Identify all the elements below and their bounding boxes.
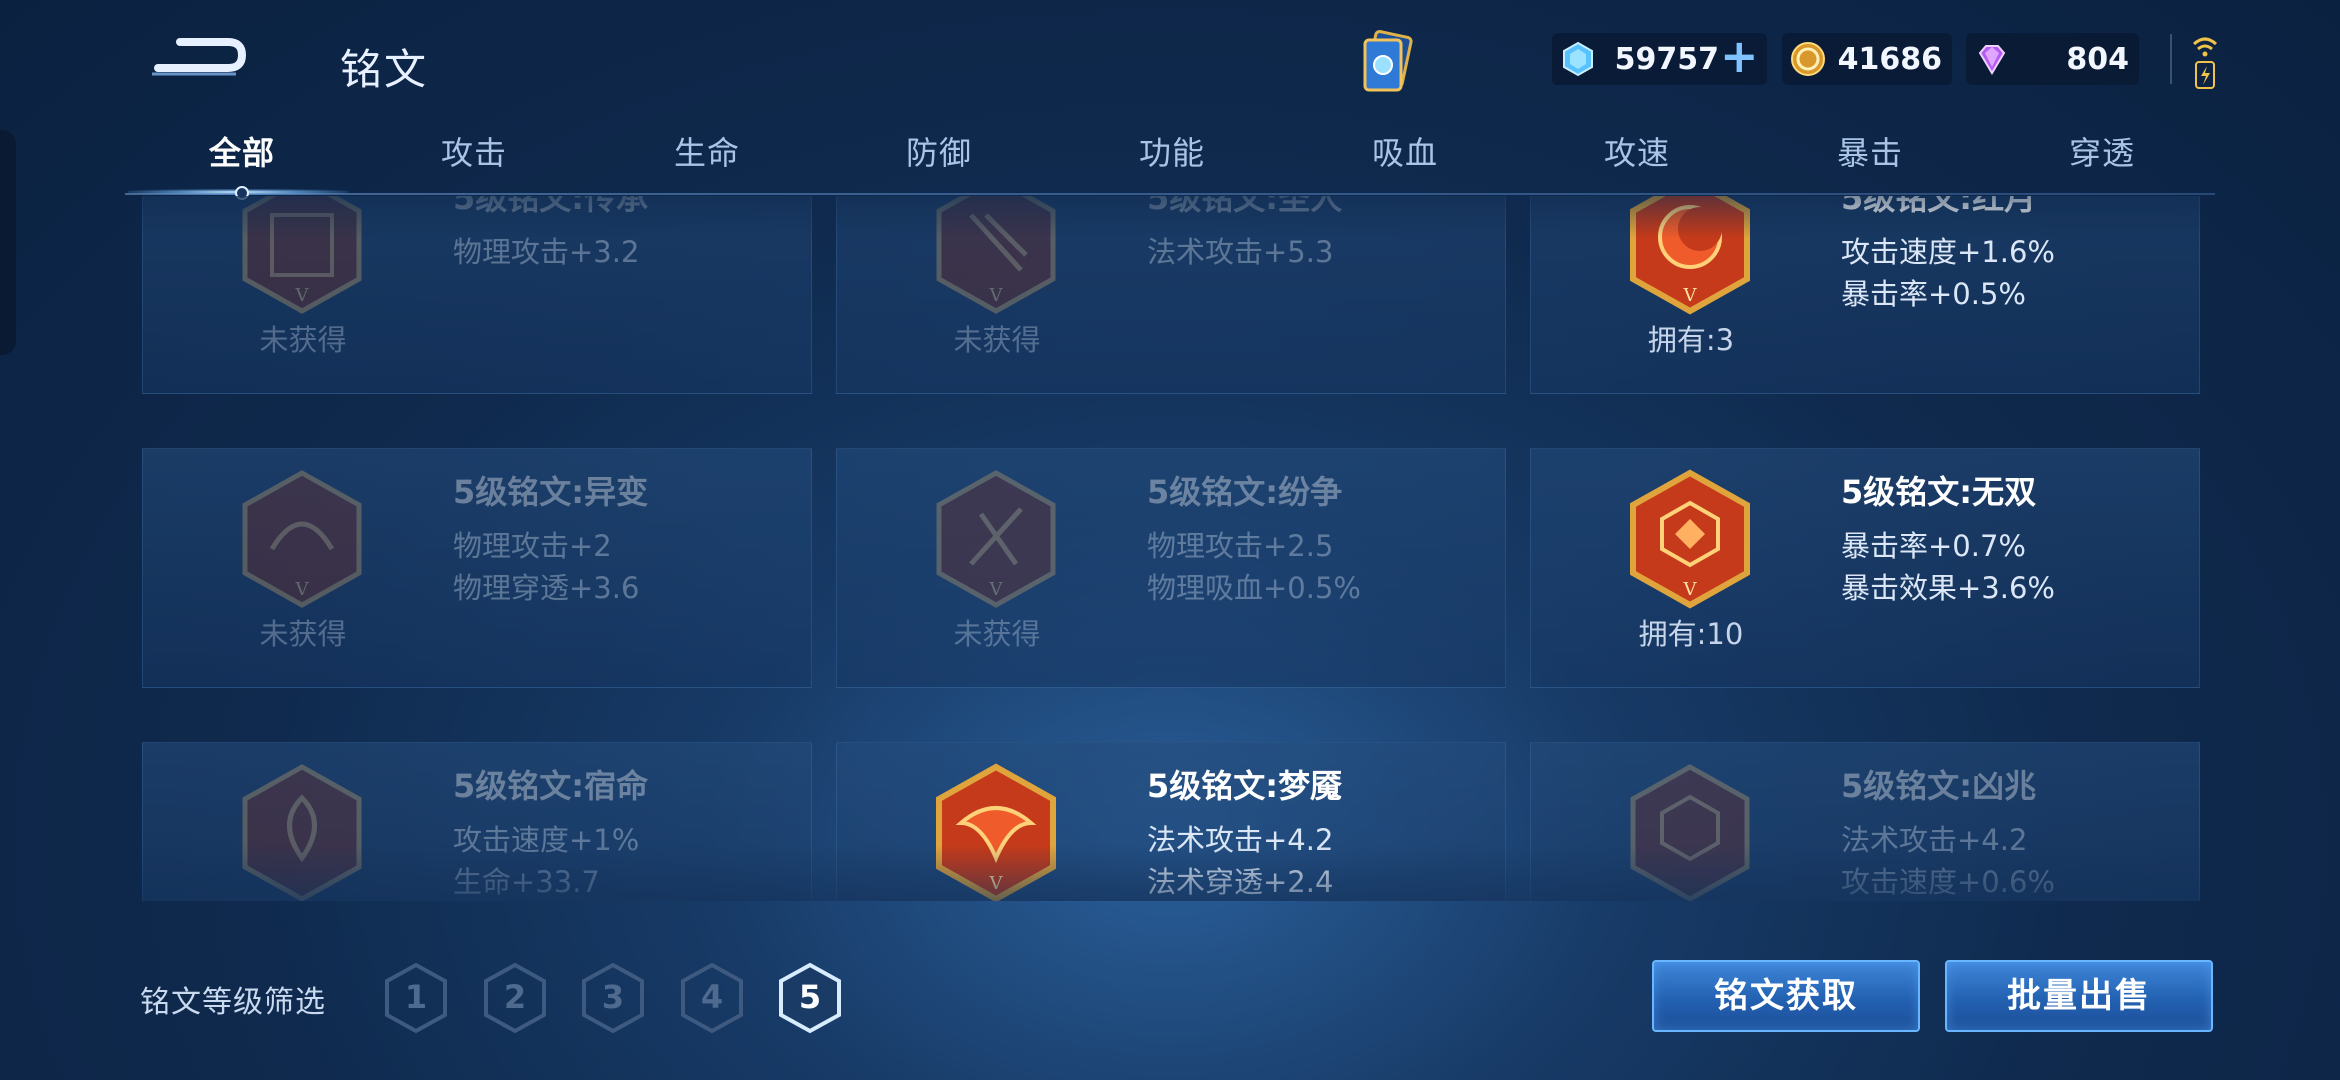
svg-text:V: V [989, 579, 1004, 600]
inscription-stat: 法术攻击+4.2 [1841, 823, 2028, 857]
tab-function[interactable]: 功能 [1072, 128, 1272, 174]
level-filter-1[interactable]: 1 [383, 962, 449, 1034]
inscription-stat: 生命+33.7 [453, 865, 600, 899]
inscription-name: 5级铭文:传承 [453, 196, 649, 217]
inscription-card[interactable]: V 5级铭文:红月 攻击速度+1.6% 暴击率+0.5% 拥有:3 [1530, 196, 2200, 394]
network-status [2190, 34, 2220, 90]
level-filter-3[interactable]: 3 [580, 962, 646, 1034]
tab-critical[interactable]: 暴击 [1770, 128, 1970, 174]
tab-lifesteal[interactable]: 吸血 [1305, 128, 1505, 174]
level-number: 3 [601, 978, 625, 1016]
inscription-status: 未获得 [953, 323, 1041, 357]
svg-text:V: V [989, 285, 1004, 306]
wifi-battery-icon [2192, 37, 2218, 89]
inscription-status: 未获得 [953, 617, 1041, 651]
inscription-stat: 暴击效果+3.6% [1841, 571, 2055, 605]
inscription-card[interactable]: V 5级铭文:传承 物理攻击+3.2 未获得 [142, 196, 812, 394]
gold-count: 41686 [1837, 42, 1942, 77]
level-filter-2[interactable]: 2 [482, 962, 548, 1034]
inscription-card[interactable]: V 5级铭文:梦魇 法术攻击+4.2 法术穿透+2.4 [836, 742, 1506, 901]
inscription-card[interactable]: V 5级铭文:纷争 物理攻击+2.5 物理吸血+0.5% 未获得 [836, 448, 1506, 688]
inscription-stat: 法术攻击+5.3 [1147, 235, 1334, 269]
back-arrow-icon [152, 38, 247, 76]
inscription-emblem-icon: V [936, 470, 1056, 608]
inscription-stat: 暴击率+0.7% [1841, 529, 2026, 563]
inscription-card[interactable]: V 5级铭文:圣人 法术攻击+5.3 未获得 [836, 196, 1506, 394]
inscription-emblem-icon: V [242, 470, 362, 608]
acquire-inscription-button[interactable]: 铭文获取 [1652, 960, 1920, 1032]
blue-crystal-icon [1563, 41, 1593, 77]
inscription-card[interactable]: V 5级铭文:异变 物理攻击+2 物理穿透+3.6 未获得 [142, 448, 812, 688]
gold-resource: 41686 [1782, 33, 1952, 85]
inscription-stat: 物理攻击+2 [453, 529, 612, 563]
diamond-count: 59757 [1614, 42, 1719, 77]
svg-text:V: V [295, 285, 310, 306]
inscription-emblem-icon [242, 764, 362, 901]
level-number: 2 [503, 978, 527, 1016]
level-filter-4[interactable]: 4 [679, 962, 745, 1034]
svg-text:V: V [989, 873, 1004, 894]
inscription-emblem-icon: V [936, 763, 1056, 901]
inscription-name: 5级铭文:宿命 [453, 767, 649, 805]
inscription-emblem-icon: V [936, 196, 1056, 314]
card-deck-icon [1363, 30, 1413, 92]
tab-attack[interactable]: 攻击 [374, 128, 574, 174]
gold-coin-icon [1791, 42, 1825, 76]
purple-gem-icon [1978, 45, 2006, 75]
inscription-stat: 攻击速度+1% [453, 823, 640, 857]
inscription-name: 5级铭文:红月 [1841, 196, 2037, 217]
level-filter-label: 铭文等级筛选 [140, 985, 326, 1020]
inscription-stat: 攻击速度+0.6% [1841, 865, 2055, 899]
back-button[interactable] [150, 28, 250, 86]
svg-text:V: V [1683, 579, 1698, 600]
inscription-name: 5级铭文:纷争 [1147, 473, 1343, 511]
inscription-stat: 物理攻击+2.5 [1147, 529, 1334, 563]
level-number: 5 [798, 978, 822, 1016]
inscription-name: 5级铭文:梦魇 [1147, 767, 1343, 805]
inscription-stat: 物理穿透+3.6 [453, 571, 640, 605]
inscription-grid[interactable]: V 5级铭文:传承 物理攻击+3.2 未获得 V 5级铭文:圣人 法术攻击+5.… [142, 196, 2200, 901]
level-number: 4 [700, 978, 724, 1016]
inscription-card[interactable]: 5级铭文:宿命 攻击速度+1% 生命+33.7 [142, 742, 812, 901]
inscription-name: 5级铭文:无双 [1841, 473, 2037, 511]
inscription-emblem-icon [1630, 764, 1750, 901]
inscription-name: 5级铭文:凶兆 [1841, 767, 2037, 805]
tab-all[interactable]: 全部 [142, 128, 342, 174]
add-diamond-button[interactable]: + [1720, 33, 1759, 79]
inscription-emblem-icon: V [1630, 196, 1750, 315]
inscription-book-button[interactable] [1353, 28, 1423, 100]
inscription-stat: 暴击率+0.5% [1841, 277, 2026, 311]
inscription-stat: 法术攻击+4.2 [1147, 823, 1334, 857]
inscription-stat: 法术穿透+2.4 [1147, 865, 1334, 899]
screen-notch [0, 130, 16, 355]
status-divider [2170, 34, 2172, 84]
tab-attack-speed[interactable]: 攻速 [1537, 128, 1737, 174]
svg-text:V: V [1683, 285, 1698, 306]
inscription-status: 未获得 [259, 617, 347, 651]
inscription-stat: 攻击速度+1.6% [1841, 235, 2055, 269]
inscription-emblem-icon: V [242, 196, 362, 314]
inscription-stat: 物理攻击+3.2 [453, 235, 640, 269]
page-title: 铭文 [340, 45, 429, 94]
inscription-status: 拥有:10 [1638, 617, 1744, 651]
inscription-status: 未获得 [259, 323, 347, 357]
tab-penetration[interactable]: 穿透 [2002, 128, 2202, 174]
tab-defense[interactable]: 防御 [839, 128, 1039, 174]
gem-count: 804 [2066, 42, 2129, 77]
inscription-status: 拥有:3 [1647, 323, 1735, 357]
tab-underline [125, 193, 2215, 195]
category-tabs: 全部 攻击 生命 防御 功能 吸血 攻速 暴击 穿透 [125, 128, 2215, 192]
inscription-card[interactable]: 5级铭文:凶兆 法术攻击+4.2 攻击速度+0.6% [1530, 742, 2200, 901]
inscription-emblem-icon: V [1630, 469, 1750, 609]
tab-health[interactable]: 生命 [607, 128, 807, 174]
gem-resource: 804 [1966, 33, 2139, 85]
inscription-stat: 物理吸血+0.5% [1147, 571, 1361, 605]
inscription-card[interactable]: V 5级铭文:无双 暴击率+0.7% 暴击效果+3.6% 拥有:10 [1530, 448, 2200, 688]
level-number: 1 [404, 978, 428, 1016]
inscription-name: 5级铭文:圣人 [1147, 196, 1343, 217]
svg-text:V: V [295, 579, 310, 600]
bulk-sell-button[interactable]: 批量出售 [1945, 960, 2213, 1032]
inscription-name: 5级铭文:异变 [453, 473, 649, 511]
level-filter-5[interactable]: 5 [777, 962, 843, 1034]
